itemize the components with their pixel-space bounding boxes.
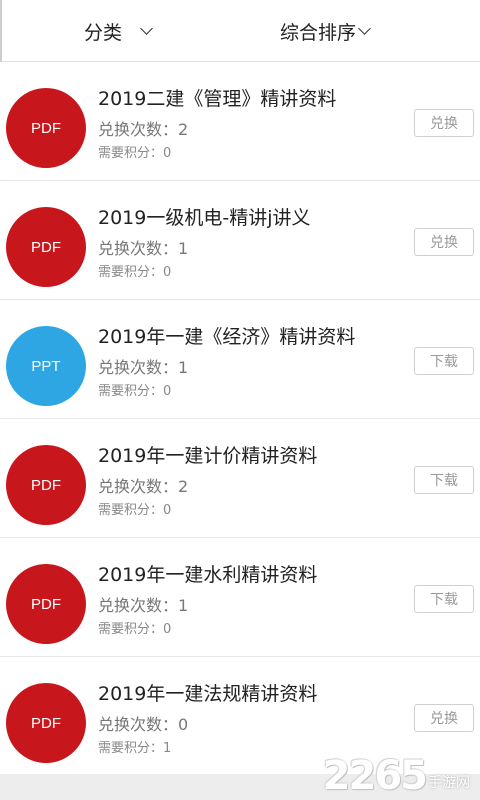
list-item[interactable]: PDF 2019二建《管理》精讲资料 兑换次数：2 需要积分：0 兑换 — [0, 62, 480, 181]
chevron-down-icon — [358, 21, 371, 35]
list-item[interactable]: PDF 2019年一建计价精讲资料 兑换次数：2 需要积分：0 下载 — [0, 419, 480, 538]
resource-title: 2019一级机电-精讲j讲义 — [98, 207, 311, 229]
resource-title: 2019年一建计价精讲资料 — [98, 445, 318, 467]
watermark-site: 手游网 — [428, 775, 470, 791]
resource-title: 2019年一建法规精讲资料 — [98, 683, 318, 705]
file-type-badge: PPT — [6, 326, 86, 406]
exchange-button[interactable]: 兑换 — [414, 109, 474, 137]
exchange-button[interactable]: 兑换 — [414, 704, 474, 732]
required-points: 需要积分：0 — [98, 503, 172, 518]
download-button[interactable]: 下载 — [414, 347, 474, 375]
required-points: 需要积分：0 — [98, 146, 172, 161]
category-filter[interactable]: 分类 — [84, 0, 153, 62]
resource-list: PDF 2019二建《管理》精讲资料 兑换次数：2 需要积分：0 兑换 PDF … — [0, 62, 480, 776]
watermark-number: 2265 — [322, 753, 428, 799]
file-type-badge: PDF — [6, 445, 86, 525]
file-type-badge: PDF — [6, 88, 86, 168]
required-points: 需要积分：0 — [98, 384, 172, 399]
category-filter-label: 分类 — [84, 21, 123, 44]
resource-title: 2019年一建水利精讲资料 — [98, 564, 318, 586]
download-button[interactable]: 下载 — [414, 585, 474, 613]
exchange-count: 兑换次数：2 — [98, 120, 189, 139]
download-button[interactable]: 下载 — [414, 466, 474, 494]
resource-title: 2019年一建《经济》精讲资料 — [98, 326, 356, 348]
watermark-logo: 2265 手游网 — [323, 754, 470, 798]
required-points: 需要积分：0 — [98, 622, 172, 637]
required-points: 需要积分：0 — [98, 265, 172, 280]
sort-filter-label: 综合排序 — [280, 21, 357, 44]
resource-title: 2019二建《管理》精讲资料 — [98, 88, 337, 110]
file-type-badge: PDF — [6, 207, 86, 287]
exchange-count: 兑换次数：1 — [98, 239, 189, 258]
filter-bar: 分类 综合排序 — [0, 0, 480, 62]
list-item[interactable]: PDF 2019年一建水利精讲资料 兑换次数：1 需要积分：0 下载 — [0, 538, 480, 657]
sort-filter[interactable]: 综合排序 — [280, 0, 371, 62]
exchange-count: 兑换次数：1 — [98, 358, 189, 377]
file-type-badge: PDF — [6, 683, 86, 763]
exchange-count: 兑换次数：1 — [98, 596, 189, 615]
chevron-down-icon — [140, 21, 153, 35]
list-item[interactable]: PPT 2019年一建《经济》精讲资料 兑换次数：1 需要积分：0 下载 — [0, 300, 480, 419]
exchange-count: 兑换次数：2 — [98, 477, 189, 496]
list-item[interactable]: PDF 2019一级机电-精讲j讲义 兑换次数：1 需要积分：0 兑换 — [0, 181, 480, 300]
exchange-button[interactable]: 兑换 — [414, 228, 474, 256]
required-points: 需要积分：1 — [98, 741, 172, 756]
exchange-count: 兑换次数：0 — [98, 715, 189, 734]
file-type-badge: PDF — [6, 564, 86, 644]
edge-divider — [0, 0, 2, 62]
